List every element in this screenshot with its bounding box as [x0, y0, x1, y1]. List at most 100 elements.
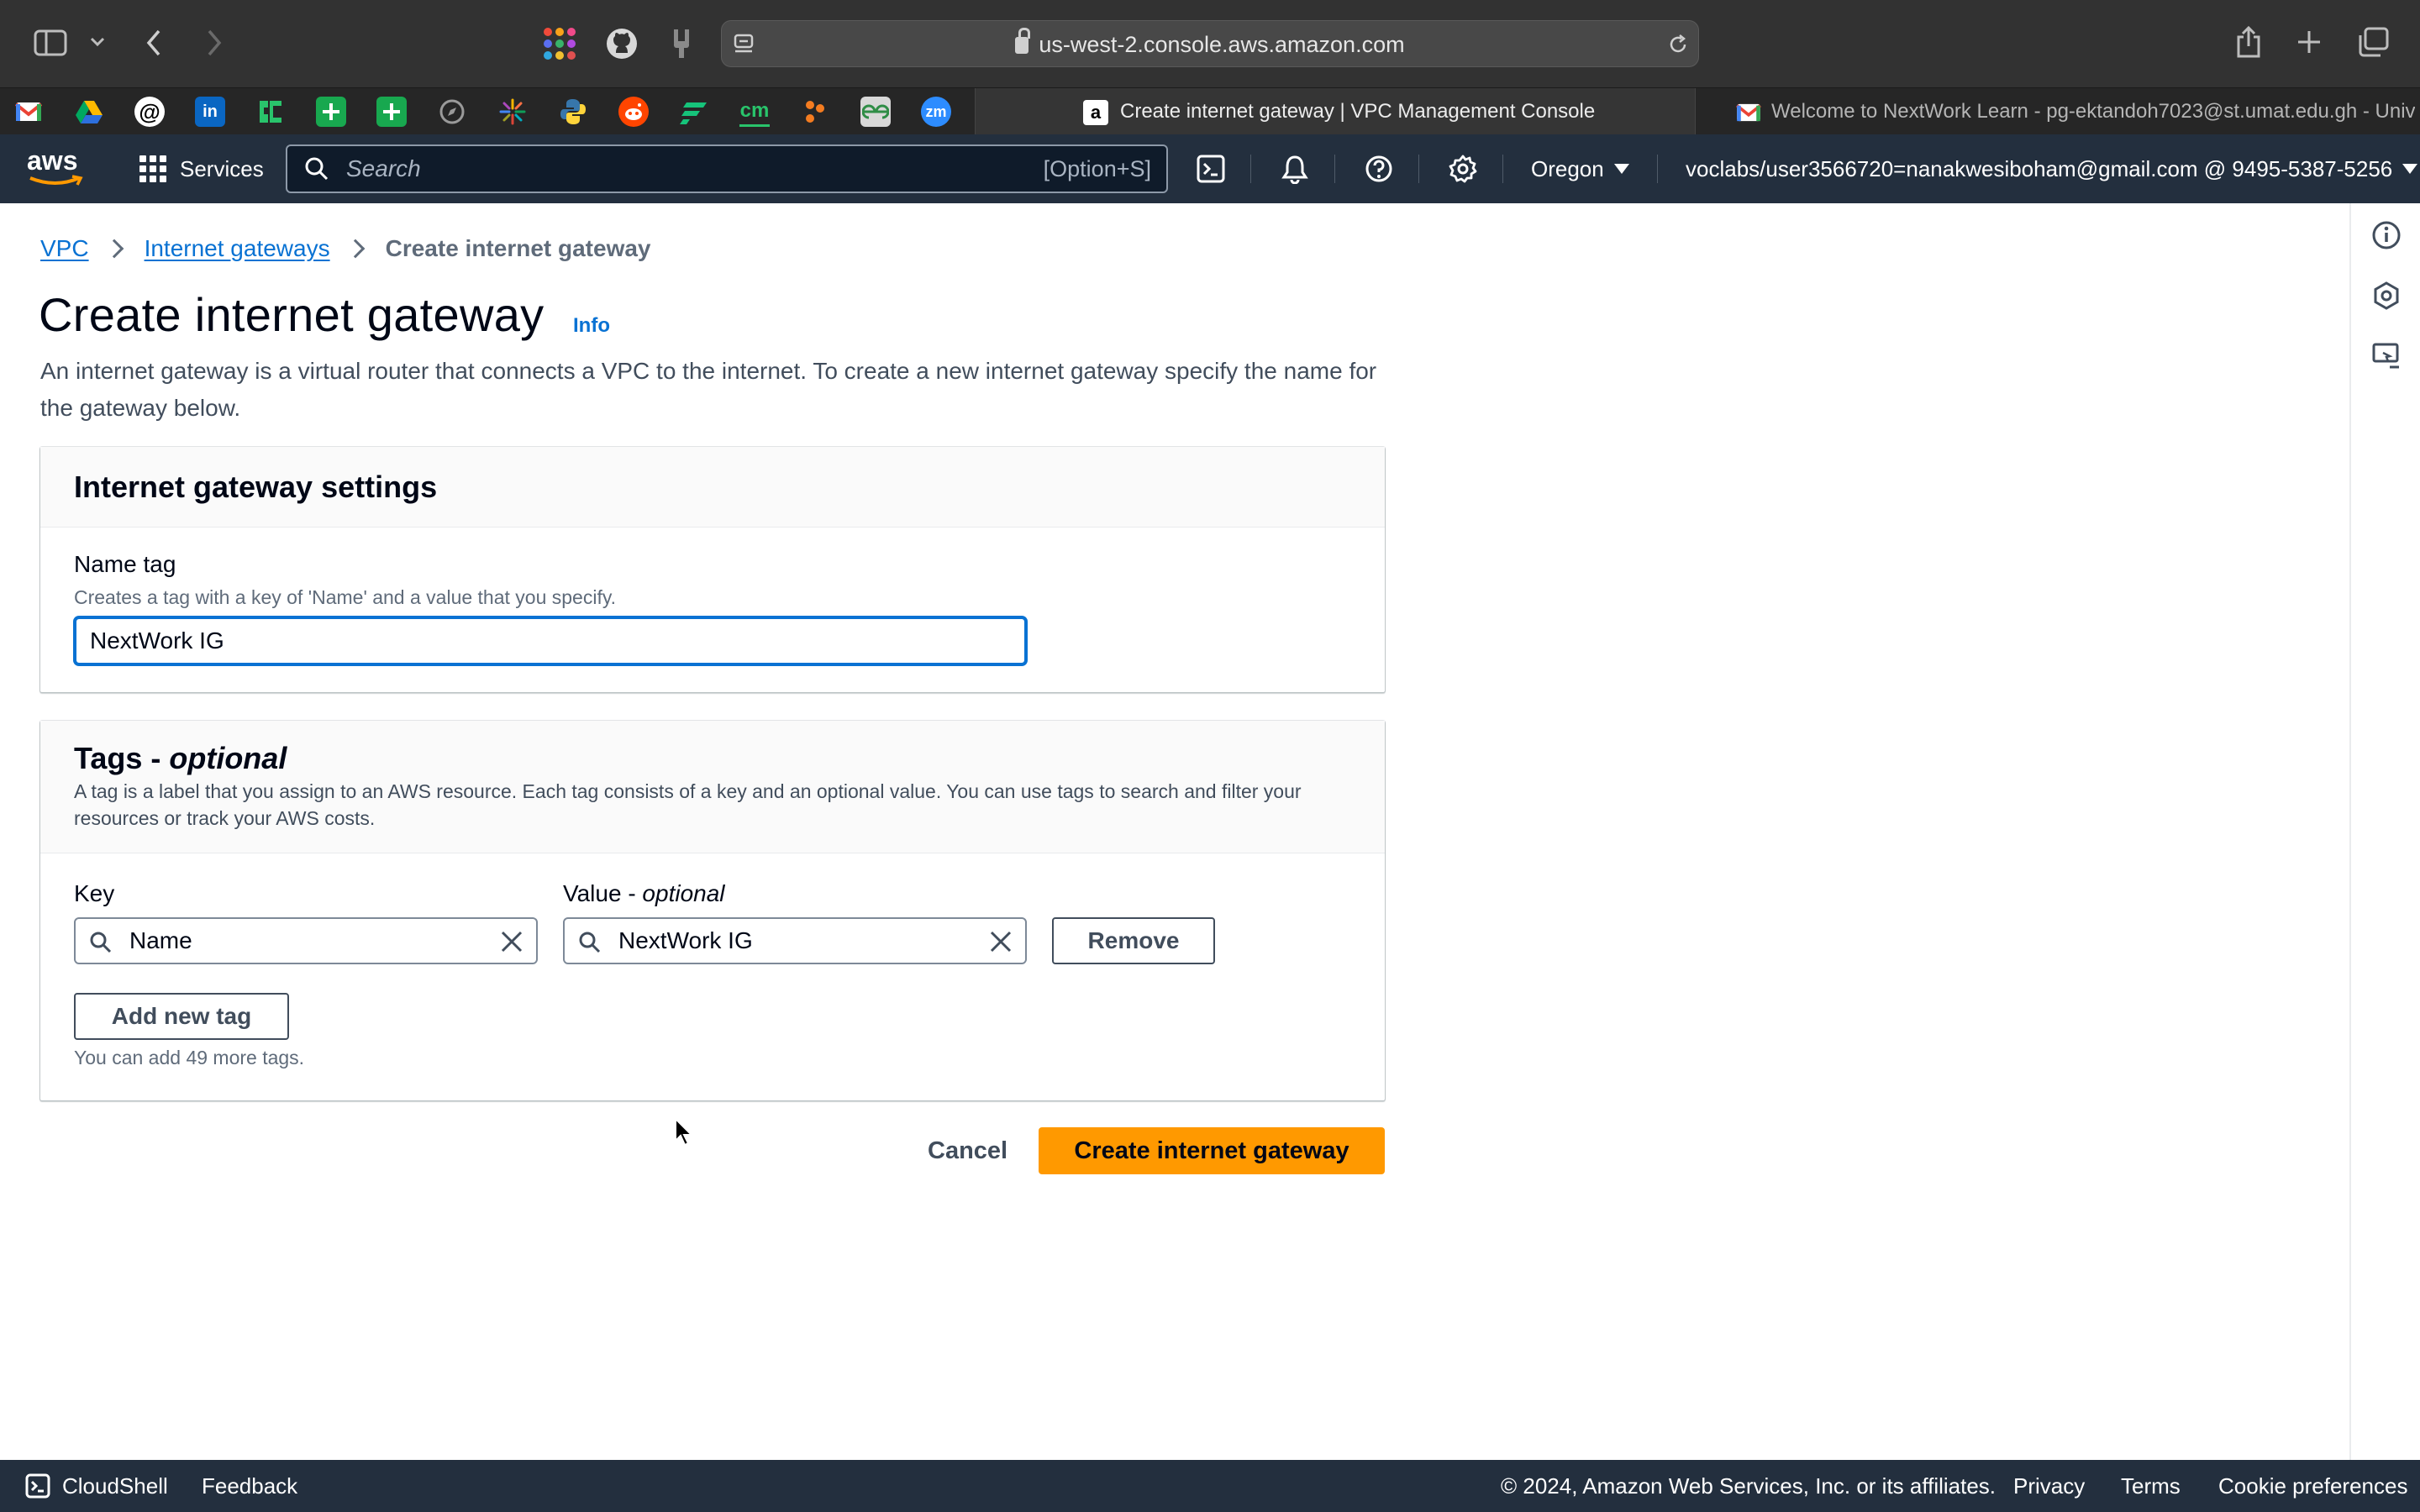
- internet-gateway-settings-panel: Internet gateway settings Name tag Creat…: [40, 447, 1385, 692]
- mouse-cursor-icon: [675, 1117, 694, 1147]
- tab-inactive[interactable]: Welcome to NextWork Learn - pg-ektandoh7…: [1696, 88, 2420, 135]
- cancel-button[interactable]: Cancel: [928, 1137, 1007, 1165]
- add-new-tag-button[interactable]: Add new tag: [74, 993, 289, 1040]
- github-icon[interactable]: [605, 27, 639, 60]
- aws-logo-text: aws: [27, 145, 78, 176]
- account-menu[interactable]: voclabs/user3566720=nanakwesiboham@gmail…: [1686, 134, 2418, 203]
- console-footer: CloudShell Feedback © 2024, Amazon Web S…: [0, 1460, 2420, 1512]
- apps-grid-icon[interactable]: [543, 27, 576, 60]
- name-tag-label: Name tag: [74, 551, 176, 577]
- zoom-icon[interactable]: zm: [921, 97, 951, 127]
- threads-icon[interactable]: @: [134, 97, 165, 127]
- browser-toolbar: us-west-2.console.aws.amazon.com: [0, 0, 2420, 87]
- breadcrumb-current: Create internet gateway: [385, 235, 651, 261]
- panel-header: Tags - optional A tag is a label that yo…: [40, 721, 1385, 853]
- feedback-link[interactable]: Feedback: [202, 1460, 297, 1512]
- inactive-tab-title: Welcome to NextWork Learn - pg-ektandoh7…: [1771, 100, 2415, 123]
- feature-hexagon-icon[interactable]: [2371, 281, 2402, 311]
- reload-icon[interactable]: [1666, 33, 1690, 56]
- url-text: us-west-2.console.aws.amazon.com: [1039, 32, 1405, 57]
- phone-app-icon[interactable]: [255, 97, 286, 127]
- app-icon[interactable]: [679, 97, 709, 127]
- chevron-right-icon: [104, 239, 124, 259]
- python-icon[interactable]: [558, 97, 588, 127]
- nav-separator: [1657, 155, 1658, 183]
- tags-title-main: Tags -: [74, 741, 170, 775]
- geeksforgeeks-icon[interactable]: [860, 97, 891, 127]
- lock-icon: [1015, 28, 1031, 54]
- region-selector[interactable]: Oregon: [1531, 134, 1629, 203]
- active-tab-title: Create internet gateway | VPC Management…: [1120, 100, 1596, 123]
- tags-panel: Tags - optional A tag is a label that yo…: [40, 721, 1385, 1100]
- settings-gear-icon[interactable]: [1447, 153, 1479, 185]
- page-title: Create internet gateway: [39, 288, 544, 341]
- tag-value-value: NextWork IG: [618, 927, 753, 953]
- value-label: Value - optional: [563, 880, 725, 907]
- help-icon[interactable]: [1363, 153, 1395, 185]
- panel-header: Internet gateway settings: [40, 447, 1385, 528]
- cookie-preferences-link[interactable]: Cookie preferences: [2218, 1460, 2407, 1512]
- amazon-icon: a: [1083, 100, 1108, 125]
- aws-logo[interactable]: aws: [27, 146, 86, 188]
- info-link[interactable]: Info: [573, 314, 610, 338]
- tab-bar: @ in cm zm a Create internet gateway | V…: [0, 87, 2420, 135]
- tab-active[interactable]: a Create internet gateway | VPC Manageme…: [975, 88, 1696, 135]
- gmail-icon[interactable]: [13, 97, 44, 127]
- search-input[interactable]: Search [Option+S]: [286, 144, 1168, 193]
- cloudshell-label: CloudShell: [62, 1473, 168, 1499]
- tag-key-input[interactable]: Name: [74, 917, 538, 964]
- sparkle-icon[interactable]: [497, 97, 528, 127]
- chevron-down-icon[interactable]: [87, 32, 108, 52]
- value-label-main: Value -: [563, 880, 643, 906]
- dots-icon[interactable]: [800, 97, 830, 127]
- url-display: us-west-2.console.aws.amazon.com: [722, 21, 1698, 68]
- create-internet-gateway-button[interactable]: Create internet gateway: [1039, 1127, 1385, 1174]
- cloudshell-icon[interactable]: [1195, 153, 1227, 185]
- name-tag-input[interactable]: NextWork IG: [74, 617, 1027, 665]
- caret-down-icon: [2402, 164, 2418, 174]
- search-shortcut: [Option+S]: [1043, 156, 1151, 181]
- caret-down-icon: [1613, 164, 1629, 174]
- tags-description: A tag is a label that you assign to an A…: [74, 780, 1302, 829]
- google-drive-icon[interactable]: [74, 97, 104, 127]
- copyright-text: © 2024, Amazon Web Services, Inc. or its…: [1501, 1473, 1996, 1499]
- remove-tag-button[interactable]: Remove: [1052, 917, 1215, 964]
- tag-value-input[interactable]: NextWork IG: [563, 917, 1027, 964]
- cm-icon[interactable]: cm: [739, 97, 770, 127]
- name-tag-description: Creates a tag with a key of 'Name' and a…: [74, 586, 617, 608]
- terms-link[interactable]: Terms: [2121, 1460, 2181, 1512]
- nav-separator: [1502, 155, 1503, 183]
- cloudshell-footer-button[interactable]: CloudShell: [25, 1460, 168, 1512]
- breadcrumb-vpc[interactable]: VPC: [40, 235, 89, 262]
- info-panel-icon[interactable]: [2371, 220, 2402, 250]
- search-icon: [579, 932, 601, 953]
- new-tab-icon[interactable]: [2294, 27, 2324, 57]
- back-icon[interactable]: [141, 27, 166, 59]
- compass-icon[interactable]: [437, 97, 467, 127]
- sheets-icon[interactable]: [376, 97, 407, 127]
- account-label: voclabs/user3566720=nanakwesiboham@gmail…: [1686, 156, 2393, 181]
- notifications-bell-icon[interactable]: [1279, 153, 1311, 185]
- forward-icon[interactable]: [202, 27, 227, 59]
- clear-icon[interactable]: [988, 929, 1013, 954]
- sidebar-toggle-icon[interactable]: [34, 29, 67, 57]
- tab-overview-icon[interactable]: [2356, 25, 2390, 59]
- breadcrumb: VPC Internet gateways Create internet ga…: [40, 234, 651, 264]
- region-label: Oregon: [1531, 156, 1604, 181]
- extension-icon[interactable]: [669, 27, 694, 60]
- cloudshell-icon: [25, 1473, 50, 1499]
- reddit-icon[interactable]: [618, 97, 649, 127]
- privacy-link[interactable]: Privacy: [2013, 1460, 2085, 1512]
- key-label: Key: [74, 880, 115, 906]
- walkthrough-icon[interactable]: [2371, 341, 2402, 371]
- address-bar[interactable]: us-west-2.console.aws.amazon.com: [721, 20, 1699, 67]
- services-menu[interactable]: Services: [139, 134, 264, 203]
- linkedin-icon[interactable]: in: [195, 97, 225, 127]
- search-icon: [305, 157, 329, 181]
- services-grid-icon: [139, 155, 166, 182]
- clear-icon[interactable]: [499, 929, 524, 954]
- services-label: Services: [180, 155, 264, 181]
- sheets-icon[interactable]: [316, 97, 346, 127]
- breadcrumb-internet-gateways[interactable]: Internet gateways: [145, 235, 330, 262]
- share-icon[interactable]: [2232, 24, 2265, 60]
